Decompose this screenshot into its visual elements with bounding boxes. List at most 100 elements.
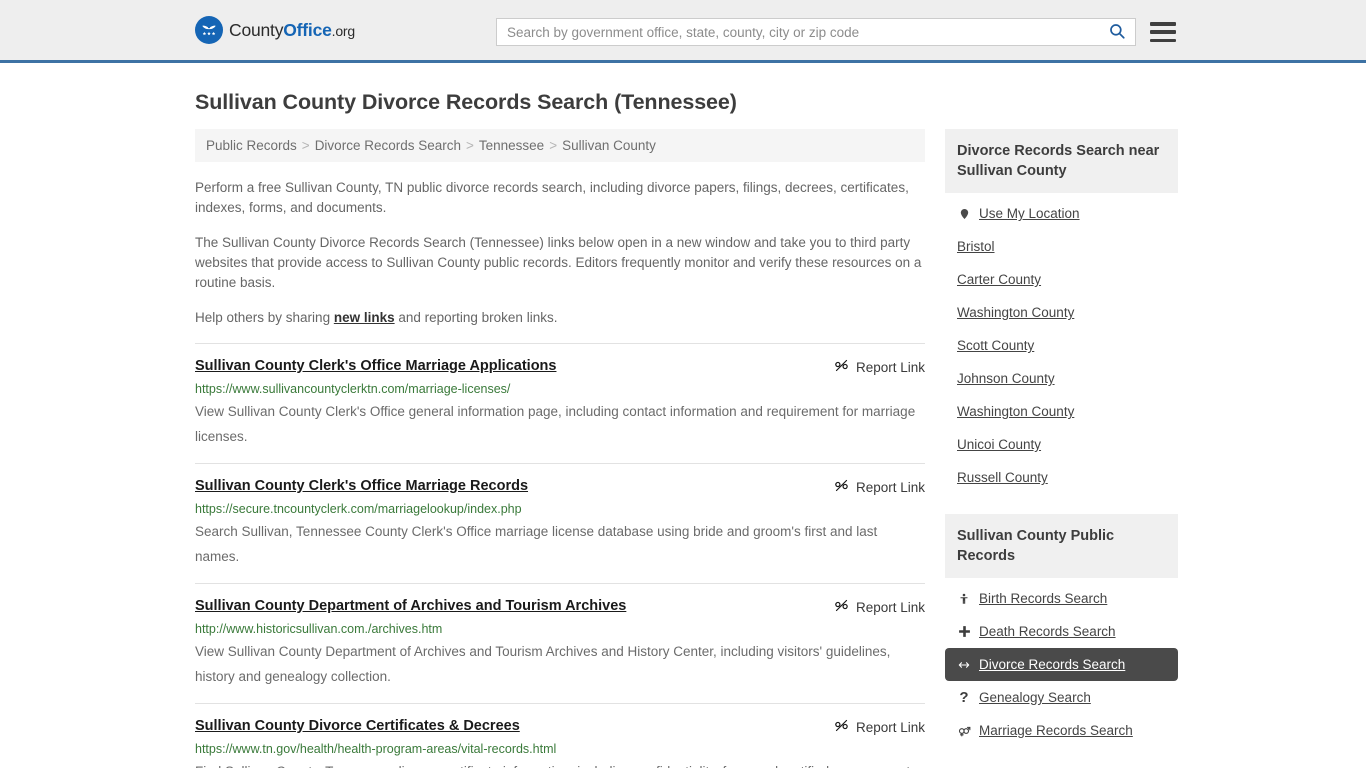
site-header: CountyOffice.org — [0, 0, 1366, 63]
sidebar-item-label: Carter County — [957, 272, 1042, 287]
sidebar-item-label: Russell County — [957, 470, 1048, 485]
sidebar-panel-list: Use My Location Bristol Carter County Wa… — [945, 193, 1178, 494]
main-column: Public Records > Divorce Records Search > Te… — [195, 129, 925, 768]
result-description: View Sullivan County Department of Archi… — [195, 644, 891, 684]
breadcrumb-separator: > — [466, 138, 474, 153]
sidebar-panel-list: Birth Records Search Death Records Searc… — [945, 578, 1178, 747]
report-link-label: Report Link — [855, 719, 925, 735]
result-url: http://www.historicsullivan.com./archive… — [195, 622, 443, 636]
intro-paragraph-2: The Sullivan County Divorce Records Sear… — [195, 235, 922, 290]
result-url: https://www.tn.gov/health/health-program… — [195, 742, 557, 756]
report-link-label: Report Link — [855, 479, 925, 495]
sidebar-panel-nearby: Divorce Records Search near Sullivan Cou… — [945, 129, 1178, 494]
breadcrumb-separator: > — [549, 138, 558, 153]
report-link-button[interactable]: Report Link — [834, 357, 925, 376]
breadcrumb-item-sullivan-county: Sullivan County — [562, 138, 656, 153]
result-item: Sullivan County Clerk's Office Marriage … — [195, 343, 925, 463]
hamburger-menu-icon[interactable] — [1150, 20, 1176, 44]
report-link-label: Report Link — [855, 599, 925, 615]
search-icon — [1108, 22, 1126, 43]
sidebar-item-label: Genealogy Search — [979, 690, 1091, 705]
sidebar-panel-heading: Divorce Records Search near Sullivan Cou… — [945, 129, 1178, 193]
result-header: Sullivan County Department of Archives a… — [195, 597, 925, 616]
sidebar-item-scott-county[interactable]: Scott County — [945, 329, 1178, 362]
site-logo[interactable]: CountyOffice.org — [195, 16, 355, 44]
breadcrumb: Public Records > Divorce Records Search > Te… — [195, 129, 925, 162]
result-header: Sullivan County Clerk's Office Marriage … — [195, 357, 925, 376]
search-bar — [496, 18, 1136, 46]
result-item: Sullivan County Clerk's Office Marriage … — [195, 463, 925, 583]
result-url: https://www.sullivancountyclerktn.com/ma… — [195, 382, 511, 396]
result-item: Sullivan County Department of Archives a… — [195, 583, 925, 703]
sidebar: Divorce Records Search near Sullivan Cou… — [945, 129, 1178, 767]
intro-paragraph-1: Perform a free Sullivan County, TN publi… — [195, 180, 909, 215]
sidebar-item-label: Washington County — [957, 404, 1075, 419]
intro-text-after-link: and reporting broken links. — [394, 310, 558, 325]
double-arrow-icon — [957, 659, 971, 671]
sidebar-item-washington-county-2[interactable]: Washington County — [945, 395, 1178, 428]
sidebar-item-bristol[interactable]: Bristol — [945, 230, 1178, 263]
breadcrumb-item-public-records[interactable]: Public Records — [206, 138, 297, 153]
logo-word-county: County — [229, 19, 284, 40]
gender-symbols-icon — [957, 724, 971, 737]
result-title-link[interactable]: Sullivan County Divorce Certificates & D… — [195, 717, 520, 735]
logo-word-office: Office — [283, 19, 332, 40]
result-item: Sullivan County Divorce Certificates & D… — [195, 703, 925, 768]
report-link-button[interactable]: Report Link — [834, 717, 925, 736]
logo-word-org: .org — [331, 22, 356, 39]
broken-link-icon — [834, 478, 849, 496]
sidebar-panel-heading: Sullivan County Public Records — [945, 514, 1178, 578]
sidebar-item-genealogy-search[interactable]: ? Genealogy Search — [945, 681, 1178, 714]
sidebar-item-label: Washington County — [957, 305, 1075, 320]
broken-link-icon — [834, 718, 849, 736]
sidebar-item-carter-county[interactable]: Carter County — [945, 263, 1178, 296]
logo-text: CountyOffice.org — [229, 20, 355, 41]
breadcrumb-item-divorce-records-search[interactable]: Divorce Records Search — [315, 138, 461, 153]
intro-section: Perform a free Sullivan County, TN publi… — [195, 178, 925, 328]
sidebar-item-label: Death Records Search — [979, 624, 1116, 639]
new-links-link[interactable]: new links — [334, 310, 395, 325]
intro-text-before-link: Help others by sharing — [195, 310, 334, 325]
sidebar-item-marriage-records-search[interactable]: Marriage Records Search — [945, 714, 1178, 747]
report-link-button[interactable]: Report Link — [834, 597, 925, 616]
sidebar-item-birth-records-search[interactable]: Birth Records Search — [945, 582, 1178, 615]
result-title-link[interactable]: Sullivan County Clerk's Office Marriage … — [195, 357, 556, 375]
cross-icon — [957, 625, 971, 638]
result-description: View Sullivan County Clerk's Office gene… — [195, 404, 916, 444]
sidebar-item-divorce-records-search[interactable]: Divorce Records Search — [945, 648, 1178, 681]
question-mark-icon: ? — [959, 689, 969, 706]
result-url: https://secure.tncountyclerk.com/marriag… — [195, 502, 522, 516]
sidebar-item-label: Divorce Records Search — [979, 657, 1126, 672]
sidebar-item-label: Use My Location — [979, 206, 1080, 221]
report-link-button[interactable]: Report Link — [834, 477, 925, 496]
result-description: Search Sullivan, Tennessee County Clerk'… — [195, 524, 878, 564]
sidebar-item-use-my-location[interactable]: Use My Location — [945, 197, 1178, 230]
sidebar-item-johnson-county[interactable]: Johnson County — [945, 362, 1178, 395]
result-header: Sullivan County Clerk's Office Marriage … — [195, 477, 925, 496]
content-row: Public Records > Divorce Records Search > Te… — [195, 129, 1178, 768]
page-title: Sullivan County Divorce Records Search (… — [195, 90, 737, 114]
sidebar-item-death-records-search[interactable]: Death Records Search — [945, 615, 1178, 648]
search-button[interactable] — [1099, 19, 1135, 45]
sidebar-item-unicoi-county[interactable]: Unicoi County — [945, 428, 1178, 461]
search-input[interactable] — [497, 19, 1099, 45]
baby-icon — [957, 592, 971, 606]
page-container: Sullivan County Divorce Records Search (… — [0, 90, 1366, 768]
sidebar-item-washington-county[interactable]: Washington County — [945, 296, 1178, 329]
sidebar-item-label: Scott County — [957, 338, 1035, 353]
broken-link-icon — [834, 598, 849, 616]
report-link-label: Report Link — [855, 359, 925, 375]
result-header: Sullivan County Divorce Certificates & D… — [195, 717, 925, 736]
sidebar-item-label: Marriage Records Search — [979, 723, 1133, 738]
sidebar-item-label: Bristol — [957, 239, 995, 254]
sidebar-panel-public-records: Sullivan County Public Records Birth Rec… — [945, 514, 1178, 747]
result-title-link[interactable]: Sullivan County Department of Archives a… — [195, 597, 626, 615]
intro-paragraph-3: Help others by sharing new links and rep… — [195, 308, 925, 328]
map-pin-icon — [957, 207, 971, 221]
eagle-shield-logo-icon — [195, 16, 223, 44]
breadcrumb-item-tennessee[interactable]: Tennessee — [479, 138, 544, 153]
sidebar-item-label: Johnson County — [957, 371, 1055, 386]
sidebar-item-russell-county[interactable]: Russell County — [945, 461, 1178, 494]
broken-link-icon — [834, 358, 849, 376]
result-title-link[interactable]: Sullivan County Clerk's Office Marriage … — [195, 477, 528, 495]
